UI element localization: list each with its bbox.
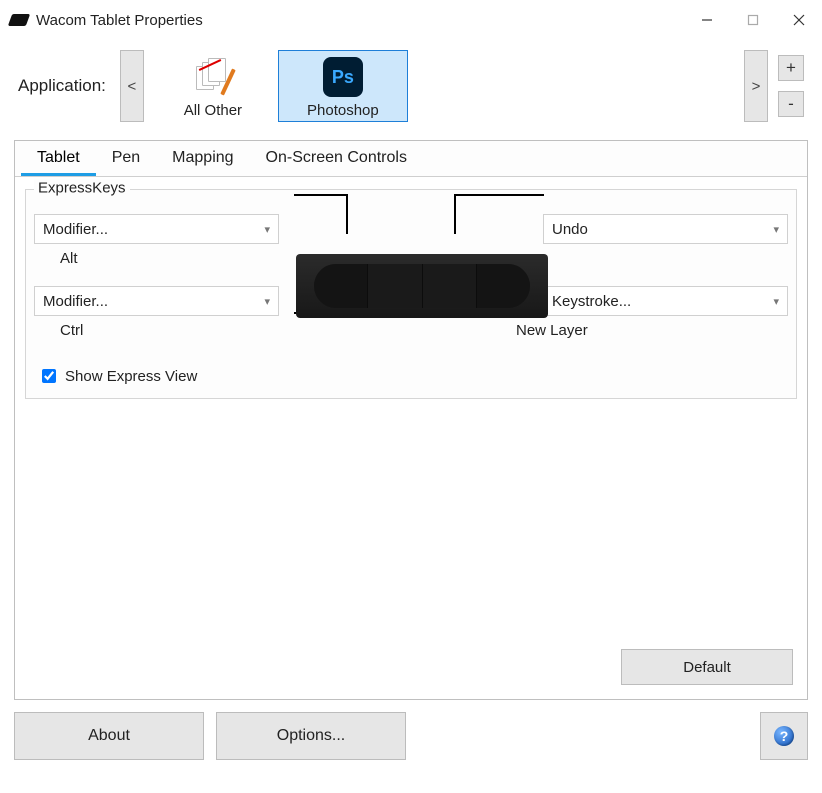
remove-application-button[interactable]: - bbox=[778, 91, 804, 117]
tab-onscreen-controls[interactable]: On-Screen Controls bbox=[250, 141, 423, 176]
app-item-all-other[interactable]: All Other bbox=[148, 50, 278, 122]
about-button[interactable]: About bbox=[14, 712, 204, 760]
application-label: Application: bbox=[18, 76, 106, 96]
photoshop-icon: Ps bbox=[321, 55, 365, 99]
tablet-device-image bbox=[296, 254, 548, 318]
expresskey-2-dropdown[interactable]: Modifier... ▾ bbox=[34, 286, 279, 316]
expresskey-3-option: Undo bbox=[552, 221, 588, 238]
chevron-down-icon: ▾ bbox=[264, 223, 270, 236]
expresskey-4-dropdown[interactable]: Keystroke... ▾ bbox=[543, 286, 788, 316]
expresskey-4-option: Keystroke... bbox=[552, 293, 631, 310]
chevron-down-icon: ▾ bbox=[773, 295, 779, 308]
main-panel: Tablet Pen Mapping On-Screen Controls Ex… bbox=[14, 140, 808, 700]
add-application-button[interactable]: + bbox=[778, 55, 804, 81]
help-icon: ? bbox=[774, 726, 794, 746]
show-express-view-input[interactable] bbox=[42, 369, 56, 383]
show-express-view-label: Show Express View bbox=[65, 368, 197, 385]
default-button[interactable]: Default bbox=[621, 649, 793, 685]
maximize-button[interactable] bbox=[730, 5, 776, 35]
close-button[interactable] bbox=[776, 5, 822, 35]
titlebar: Wacom Tablet Properties bbox=[0, 0, 822, 40]
tab-tablet[interactable]: Tablet bbox=[21, 141, 96, 176]
app-item-photoshop[interactable]: Ps Photoshop bbox=[278, 50, 408, 122]
app-scroll-left-button[interactable]: < bbox=[120, 50, 144, 122]
tab-bar: Tablet Pen Mapping On-Screen Controls bbox=[15, 141, 807, 177]
app-list: All Other Ps Photoshop bbox=[148, 50, 408, 122]
expresskeys-group: ExpressKeys Modifier... ▾ Alt Modifier..… bbox=[25, 189, 797, 399]
app-item-label: All Other bbox=[184, 102, 242, 121]
tab-pen[interactable]: Pen bbox=[96, 141, 156, 176]
chevron-down-icon: ▾ bbox=[773, 223, 779, 236]
expresskey-1-value: Alt bbox=[60, 250, 78, 267]
wacom-logo-icon bbox=[8, 14, 30, 26]
expresskey-2-value: Ctrl bbox=[60, 322, 83, 339]
expresskeys-title: ExpressKeys bbox=[34, 180, 130, 197]
help-button[interactable]: ? bbox=[760, 712, 808, 760]
expresskey-3-dropdown[interactable]: Undo ▾ bbox=[543, 214, 788, 244]
minimize-button[interactable] bbox=[684, 5, 730, 35]
app-scroll-right-button[interactable]: > bbox=[744, 50, 768, 122]
chevron-down-icon: ▾ bbox=[264, 295, 270, 308]
tab-mapping[interactable]: Mapping bbox=[156, 141, 249, 176]
show-express-view-checkbox[interactable]: Show Express View bbox=[38, 366, 197, 386]
expresskey-4-value: New Layer bbox=[516, 322, 636, 339]
expresskey-1-dropdown[interactable]: Modifier... ▾ bbox=[34, 214, 279, 244]
options-button[interactable]: Options... bbox=[216, 712, 406, 760]
expresskey-1-option: Modifier... bbox=[43, 221, 108, 238]
application-row: Application: < All Other Ps Photoshop > bbox=[0, 40, 822, 126]
expresskey-2-option: Modifier... bbox=[43, 293, 108, 310]
bottom-bar: About Options... ? bbox=[0, 700, 822, 772]
window-title: Wacom Tablet Properties bbox=[36, 12, 203, 29]
app-item-label: Photoshop bbox=[307, 102, 379, 121]
all-other-icon bbox=[191, 55, 235, 99]
